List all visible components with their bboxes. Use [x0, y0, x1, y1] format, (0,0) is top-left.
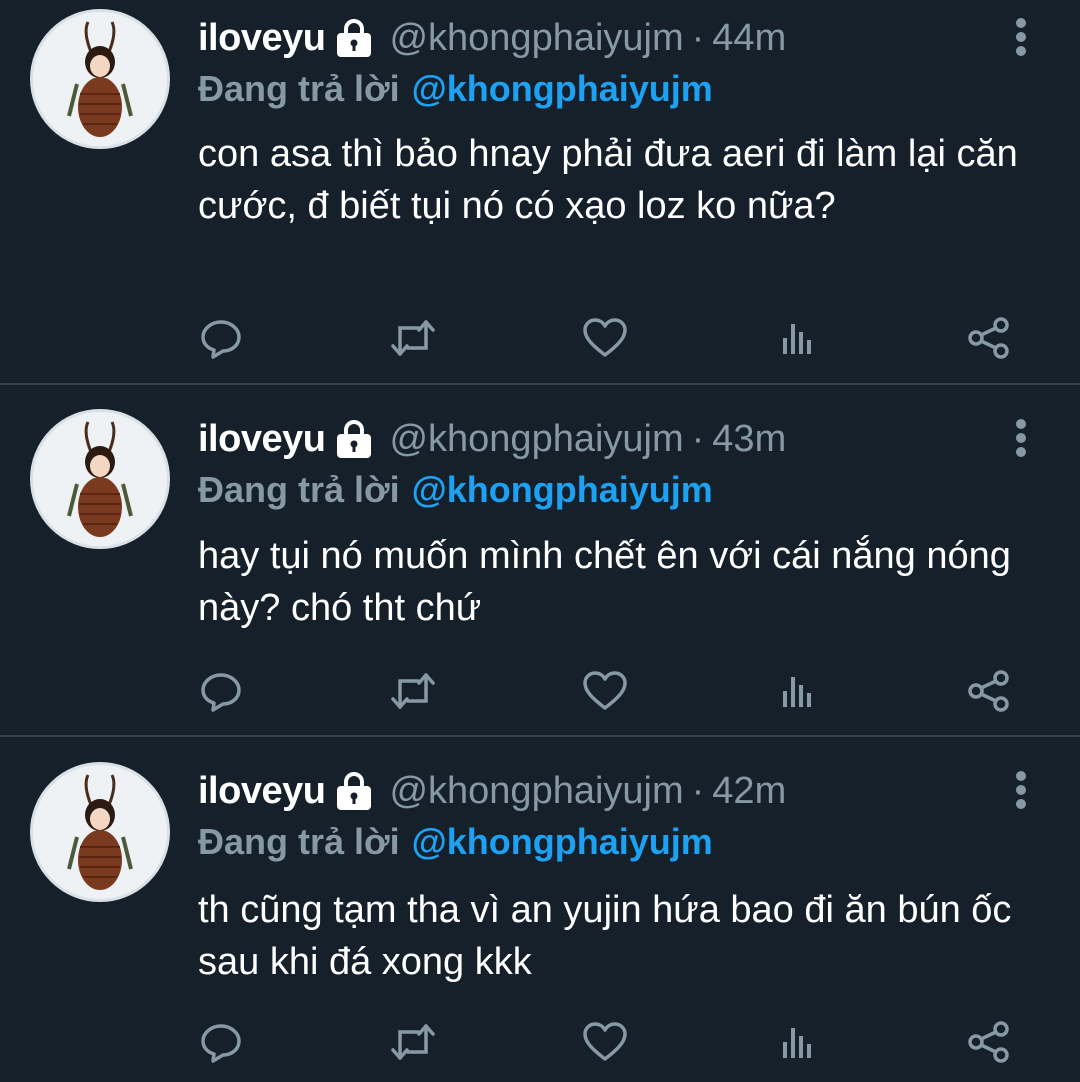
avatar[interactable] [30, 762, 170, 902]
share-button[interactable] [964, 313, 1014, 363]
share-icon [968, 1021, 1009, 1063]
avatar[interactable] [30, 409, 170, 549]
retweet-button[interactable] [388, 666, 438, 716]
share-button[interactable] [964, 666, 1014, 716]
replying-to: Đang trả lời @khongphaiyujm [198, 64, 713, 114]
display-name[interactable]: iloveyu [198, 418, 326, 461]
more-vertical-icon[interactable] [1004, 768, 1038, 812]
timestamp[interactable]: 44m [712, 17, 786, 60]
user-handle[interactable]: @khongphaiyujm [389, 770, 683, 813]
share-button[interactable] [964, 1017, 1014, 1067]
replying-to: Đang trả lời @khongphaiyujm [198, 465, 713, 515]
reply-icon [201, 320, 241, 359]
cockroach-avatar-image [33, 765, 167, 899]
like-button[interactable] [580, 313, 630, 363]
tweet-actions [0, 313, 1080, 363]
tweet-divider [0, 735, 1080, 737]
tweet[interactable]: iloveyu @khongphaiyujm · 43m Đang trả lờ… [0, 386, 1080, 736]
display-name[interactable]: iloveyu [198, 770, 326, 813]
heart-icon [583, 1022, 627, 1061]
like-button[interactable] [580, 666, 630, 716]
tweet-text: th cũng tạm tha vì an yujin hứa bao đi ă… [198, 889, 1012, 983]
separator-dot: · [691, 769, 705, 812]
tweet-divider [0, 383, 1080, 385]
cockroach-avatar-image [33, 12, 167, 146]
tweet[interactable]: iloveyu @khongphaiyujm · 42m Đang trả lờ… [0, 738, 1080, 1082]
separator-dot: · [691, 417, 705, 460]
views-button[interactable] [772, 313, 822, 363]
share-icon [968, 317, 1009, 359]
share-icon [968, 670, 1009, 712]
tweet-actions [0, 666, 1080, 716]
tweet-header: iloveyu @khongphaiyujm · 43m [198, 414, 786, 464]
retweet-icon [391, 1024, 435, 1060]
tweet-actions [0, 1017, 1080, 1067]
retweet-button[interactable] [388, 313, 438, 363]
replying-to-label: Đang trả lời [198, 821, 400, 862]
retweet-button[interactable] [388, 1017, 438, 1067]
analytics-icon [783, 1028, 811, 1058]
analytics-icon [783, 677, 811, 707]
lock-icon [333, 18, 375, 58]
replying-to-handle[interactable]: @khongphaiyujm [412, 68, 713, 110]
user-handle[interactable]: @khongphaiyujm [389, 418, 683, 461]
timestamp[interactable]: 42m [712, 770, 786, 813]
display-name[interactable]: iloveyu [198, 17, 326, 60]
timestamp[interactable]: 43m [712, 418, 786, 461]
replying-to-handle[interactable]: @khongphaiyujm [412, 469, 713, 511]
tweet[interactable]: iloveyu @khongphaiyujm · 44m Đang trả lờ… [0, 0, 1080, 384]
cockroach-avatar-image [33, 412, 167, 546]
user-handle[interactable]: @khongphaiyujm [389, 17, 683, 60]
reply-icon [201, 1024, 241, 1063]
heart-icon [583, 671, 627, 710]
tweet-header: iloveyu @khongphaiyujm · 42m [198, 766, 786, 816]
avatar[interactable] [30, 9, 170, 149]
replying-to: Đang trả lời @khongphaiyujm [198, 817, 713, 867]
retweet-icon [391, 320, 435, 356]
like-button[interactable] [580, 1017, 630, 1067]
lock-icon [333, 771, 375, 811]
replying-to-handle[interactable]: @khongphaiyujm [412, 821, 713, 863]
reply-button[interactable] [196, 313, 246, 363]
views-button[interactable] [772, 666, 822, 716]
analytics-icon [783, 324, 811, 354]
tweet-header: iloveyu @khongphaiyujm · 44m [198, 13, 786, 63]
tweet-text: hay tụi nó muốn mình chết ên với cái nắn… [198, 535, 1011, 629]
replying-to-label: Đang trả lời [198, 469, 400, 510]
more-vertical-icon[interactable] [1004, 15, 1038, 59]
lock-icon [333, 419, 375, 459]
views-button[interactable] [772, 1017, 822, 1067]
more-vertical-icon[interactable] [1004, 416, 1038, 460]
heart-icon [583, 318, 627, 357]
reply-icon [201, 673, 241, 712]
replying-to-label: Đang trả lời [198, 68, 400, 109]
retweet-icon [391, 673, 435, 709]
tweet-text: con asa thì bảo hnay phải đưa aeri đi là… [198, 133, 1018, 227]
separator-dot: · [691, 16, 705, 59]
reply-button[interactable] [196, 666, 246, 716]
reply-button[interactable] [196, 1017, 246, 1067]
